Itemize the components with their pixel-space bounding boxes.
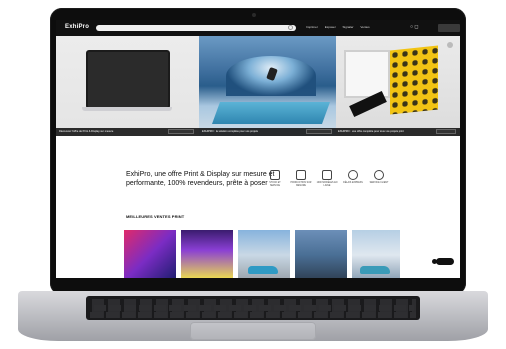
site-logo[interactable]: ExhiPro (65, 24, 89, 30)
globe-icon (374, 170, 384, 180)
search-input[interactable] (96, 25, 296, 31)
product-card[interactable] (124, 230, 176, 278)
feature-label: STOCK ET SERVICE (269, 182, 281, 187)
keyboard-keys-row (94, 305, 414, 311)
feature-item: SERVICE CLIENT (368, 170, 390, 185)
product-card[interactable] (181, 230, 233, 278)
nav-link[interactable]: Ventes (360, 25, 369, 29)
carousel-arrow-icon[interactable] (447, 42, 453, 48)
pool-image (211, 102, 331, 124)
feature-label: 1000 MODÈLES EN LIGNE (316, 182, 338, 187)
nav-links: Imprimer Exposer Signaler Ventes (306, 25, 376, 29)
nav-link[interactable]: Signaler (343, 25, 354, 29)
feature-item: PRODUCTION SUR MESURE (290, 170, 312, 188)
product-card[interactable] (352, 230, 400, 278)
cart-icon[interactable]: ◻ (414, 24, 418, 30)
nav-link[interactable]: Imprimer (306, 25, 318, 29)
timer-icon (348, 170, 358, 180)
hero-caption: EXHIPRO : une offre complète pour tous v… (338, 130, 404, 133)
feature-item: DÉLAIS EXPRESS (342, 170, 364, 185)
feature-label: SERVICE CLIENT (369, 182, 389, 184)
hero-laptop-base (82, 107, 172, 111)
printer-icon (296, 170, 306, 180)
login-button[interactable] (438, 24, 460, 32)
display-frame-image (344, 50, 390, 98)
chat-button[interactable] (436, 258, 454, 265)
product-card[interactable] (295, 230, 347, 278)
product-card[interactable] (238, 230, 290, 278)
document-icon (322, 170, 332, 180)
account-icon[interactable]: ○ (410, 24, 413, 30)
car-image (360, 266, 390, 274)
search-icon[interactable] (288, 25, 293, 30)
car-image (248, 266, 278, 274)
keyboard-keys-row (90, 312, 416, 318)
hero-caption-button[interactable] (436, 129, 456, 134)
nav-link[interactable]: Exposer (325, 25, 336, 29)
feature-item: 1000 MODÈLES EN LIGNE (316, 170, 338, 188)
feature-label: PRODUCTION SUR MESURE (290, 182, 312, 187)
camera (252, 13, 256, 17)
feature-item: STOCK ET SERVICE (264, 170, 286, 188)
feature-label: DÉLAIS EXPRESS (343, 182, 363, 184)
hero-caption-button[interactable] (306, 129, 332, 134)
building-icon (270, 170, 280, 180)
nav-icons: ○ ◻ (410, 24, 419, 30)
page-headline: ExhiPro, une offre Print & Display sur m… (126, 171, 275, 187)
laptop-screen: ExhiPro Imprimer Exposer Signaler Ventes… (56, 20, 460, 278)
hero-laptop-image (86, 50, 170, 109)
bestsellers-title: MEILLEURES VENTES PRINT (126, 214, 185, 219)
hero-caption: EXHIPRO : la solution complète pour vos … (202, 130, 258, 133)
hex-pattern (390, 45, 438, 115)
hero-caption-button[interactable] (168, 129, 194, 134)
hero-caption: Découvrez l'offre de Print & Display sur… (59, 130, 114, 133)
trackpad (190, 322, 316, 340)
